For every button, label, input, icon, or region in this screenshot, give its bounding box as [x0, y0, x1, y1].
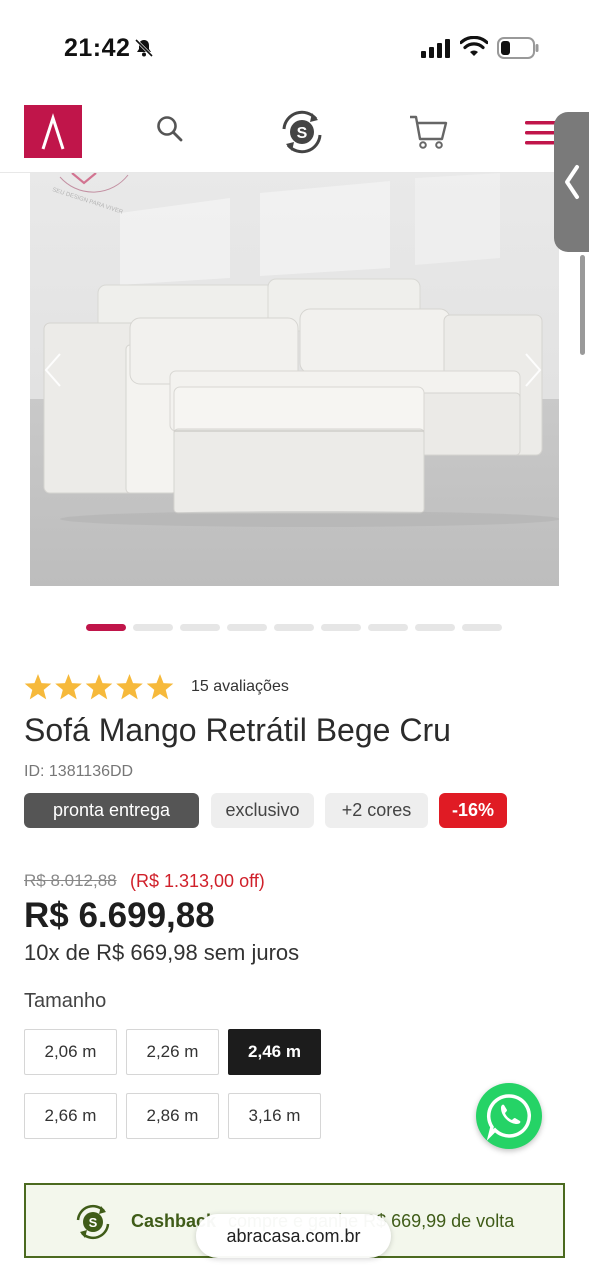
carousel-dot[interactable]	[133, 624, 173, 631]
svg-text:S: S	[89, 1215, 98, 1230]
size-option[interactable]: 2,06 m	[24, 1029, 117, 1075]
carousel-dots	[86, 624, 506, 632]
star-icon	[55, 674, 82, 700]
sofa-photo: SEU DESIGN PARA VIVER	[30, 173, 559, 586]
carousel-dot[interactable]	[368, 624, 408, 631]
product-image[interactable]: SEU DESIGN PARA VIVER	[30, 173, 559, 586]
app-header: S	[0, 95, 589, 173]
carousel-dot[interactable]	[274, 624, 314, 631]
side-drawer-tab[interactable]	[554, 112, 589, 252]
current-price: R$ 6.699,88	[24, 896, 215, 935]
size-option[interactable]: 2,46 m	[228, 1029, 321, 1075]
browser-url-bar[interactable]: abracasa.com.br	[196, 1214, 391, 1258]
star-icon	[116, 674, 143, 700]
carousel-next-icon[interactable]	[522, 350, 546, 390]
reviews-count-link[interactable]: 15 avaliações	[191, 678, 289, 696]
cart-icon[interactable]	[408, 113, 450, 151]
star-icon	[146, 674, 174, 700]
brand-logo[interactable]	[24, 105, 82, 158]
wifi-icon	[460, 36, 488, 56]
carousel-prev-icon[interactable]	[40, 350, 64, 390]
carousel-dot[interactable]	[180, 624, 220, 631]
rating-stars	[24, 674, 174, 700]
star-icon	[85, 674, 113, 700]
search-icon[interactable]	[154, 113, 186, 145]
size-option[interactable]: 2,26 m	[126, 1029, 219, 1075]
discount-badge: -16%	[439, 793, 507, 828]
cashback-icon[interactable]: S	[276, 107, 328, 157]
product-id: ID: 1381136DD	[24, 763, 134, 780]
whatsapp-icon	[486, 1094, 532, 1141]
carousel-dot[interactable]	[462, 624, 502, 631]
battery-icon	[497, 37, 539, 59]
size-option[interactable]: 2,66 m	[24, 1093, 117, 1139]
carousel-dot[interactable]	[86, 624, 126, 631]
colors-badge[interactable]: +2 cores	[325, 793, 428, 828]
scroll-indicator[interactable]	[580, 255, 585, 355]
bell-off-icon	[134, 38, 154, 58]
carousel-dot[interactable]	[227, 624, 267, 631]
whatsapp-button[interactable]	[476, 1083, 542, 1149]
status-bar: 21:42	[0, 0, 589, 95]
installments-info: 10x de R$ 669,98 sem juros	[24, 940, 300, 965]
size-label: Tamanho	[24, 990, 107, 1012]
chevron-left-icon	[565, 165, 579, 199]
size-option[interactable]: 2,86 m	[126, 1093, 219, 1139]
old-price: R$ 8.012,88	[24, 871, 117, 890]
stock-badge: pronta entrega	[24, 793, 199, 828]
cellular-signal-icon	[421, 39, 450, 58]
carousel-dot[interactable]	[321, 624, 361, 631]
svg-text:S: S	[297, 125, 308, 142]
logo-mark-icon	[41, 113, 65, 150]
savings-amount: (R$ 1.313,00 off)	[130, 871, 265, 891]
exclusive-badge: exclusivo	[211, 793, 314, 828]
product-title: Sofá Mango Retrátil Bege Cru	[24, 712, 451, 748]
cashback-icon: S	[76, 1204, 110, 1240]
status-time: 21:42	[64, 34, 131, 62]
carousel-dot[interactable]	[415, 624, 455, 631]
size-option[interactable]: 3,16 m	[228, 1093, 321, 1139]
star-icon	[24, 674, 52, 700]
